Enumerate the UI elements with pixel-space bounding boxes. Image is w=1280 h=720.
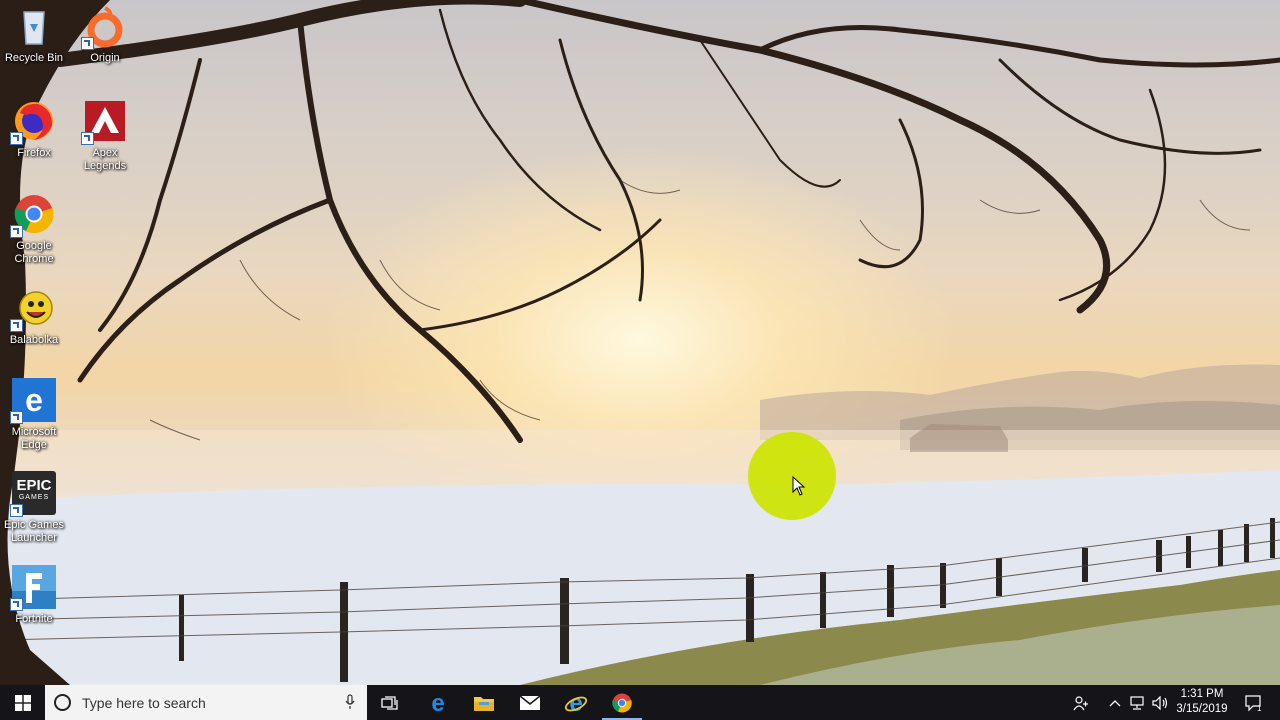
network-icon: [1130, 695, 1144, 710]
search-placeholder: Type here to search: [82, 694, 206, 711]
desktop-icon-label: Fortnite: [15, 613, 53, 625]
action-center-button[interactable]: 1: [1238, 685, 1268, 720]
taskbar-search-box[interactable]: Type here to search: [45, 685, 367, 720]
chrome-icon: [612, 693, 632, 712]
desktop-icon-label: Balabolka: [9, 334, 59, 346]
desktop-icon-label: Epic Games Launcher: [4, 519, 64, 544]
taskbar-file-explorer-button[interactable]: [461, 685, 507, 720]
desktop-icon-fortnite[interactable]: Fortnite: [0, 565, 68, 626]
shortcut-arrow-icon: [81, 37, 94, 50]
cortana-icon: [54, 694, 71, 711]
balabolka-icon: [10, 286, 56, 332]
origin-icon: [81, 4, 127, 50]
desktop-icon-label: Microsoft Edge: [11, 426, 57, 451]
wallpaper-scene: [0, 0, 1280, 685]
shortcut-arrow-icon: [10, 598, 23, 611]
desktop-icon-firefox[interactable]: Firefox: [0, 99, 68, 160]
desktop-icon-google-chrome[interactable]: Google Chrome: [0, 192, 68, 266]
mouse-pointer-icon: [792, 475, 806, 501]
edge-icon: e: [431, 692, 444, 714]
desktop-icon-microsoft-edge[interactable]: e Microsoft Edge: [0, 378, 68, 452]
fortnite-icon: [10, 565, 56, 611]
desktop-icon-balabolka[interactable]: Balabolka: [0, 286, 68, 347]
desktop-wallpaper: [0, 0, 1280, 685]
recycle-bin-icon: [12, 4, 56, 48]
desktop-icon-epic-games-launcher[interactable]: EPIC GAMES Epic Games Launcher: [0, 471, 68, 545]
shortcut-arrow-icon: [10, 504, 23, 517]
notification-icon: 1: [1245, 694, 1262, 712]
taskbar-internet-explorer-button[interactable]: e: [553, 685, 599, 720]
desktop-icon-label: Apex Legends: [83, 147, 127, 172]
people-icon: [1073, 695, 1088, 710]
people-button[interactable]: [1068, 685, 1094, 720]
clock-time: 1:31 PM: [1180, 688, 1224, 700]
taskbar: Type here to search e e 1:31 PM 3/15/201…: [0, 685, 1280, 720]
shortcut-arrow-icon: [81, 132, 94, 145]
show-hidden-icons-button[interactable]: [1104, 685, 1126, 720]
epic-logo-sub: GAMES: [18, 494, 50, 501]
chrome-icon: [10, 192, 56, 238]
ie-icon: e: [564, 692, 588, 714]
chevron-up-icon: [1109, 699, 1121, 706]
volume-button[interactable]: [1150, 685, 1172, 720]
taskbar-clock[interactable]: 1:31 PM 3/15/2019: [1172, 687, 1232, 717]
shortcut-arrow-icon: [10, 225, 23, 238]
shortcut-arrow-icon: [10, 132, 23, 145]
epic-logo-text: EPIC: [16, 477, 52, 494]
speaker-icon: [1152, 695, 1168, 710]
taskbar-edge-button[interactable]: e: [415, 685, 461, 720]
svg-text:e: e: [25, 382, 43, 418]
desktop-icon-origin[interactable]: Origin: [71, 4, 139, 65]
notification-count: 1: [1257, 704, 1262, 712]
network-button[interactable]: [1127, 685, 1149, 720]
task-view-icon: [381, 695, 398, 710]
mail-icon: [519, 694, 541, 710]
desktop-icon-label: Origin: [90, 52, 120, 64]
start-button[interactable]: [0, 685, 45, 720]
windows-logo-icon: [14, 694, 31, 711]
svg-text:e: e: [431, 692, 444, 714]
taskbar-chrome-button[interactable]: [599, 685, 645, 720]
desktop-icon-label: Recycle Bin: [4, 52, 64, 64]
desktop-icon-label: Firefox: [17, 147, 51, 159]
task-view-button[interactable]: [367, 685, 413, 720]
epic-games-icon: EPIC GAMES: [10, 471, 56, 517]
clock-date: 3/15/2019: [1176, 703, 1228, 715]
taskbar-mail-button[interactable]: [507, 685, 553, 720]
desktop-icon-apex-legends[interactable]: Apex Legends: [71, 99, 139, 173]
edge-icon: e: [10, 378, 56, 424]
microphone-icon[interactable]: [345, 694, 355, 710]
firefox-icon: [10, 99, 56, 145]
shortcut-arrow-icon: [10, 411, 23, 424]
desktop-icon-label: Google Chrome: [14, 240, 54, 265]
apex-legends-icon: [81, 99, 127, 145]
folder-icon: [474, 696, 494, 711]
shortcut-arrow-icon: [10, 319, 23, 332]
desktop-icon-recycle-bin[interactable]: Recycle Bin: [0, 4, 68, 65]
